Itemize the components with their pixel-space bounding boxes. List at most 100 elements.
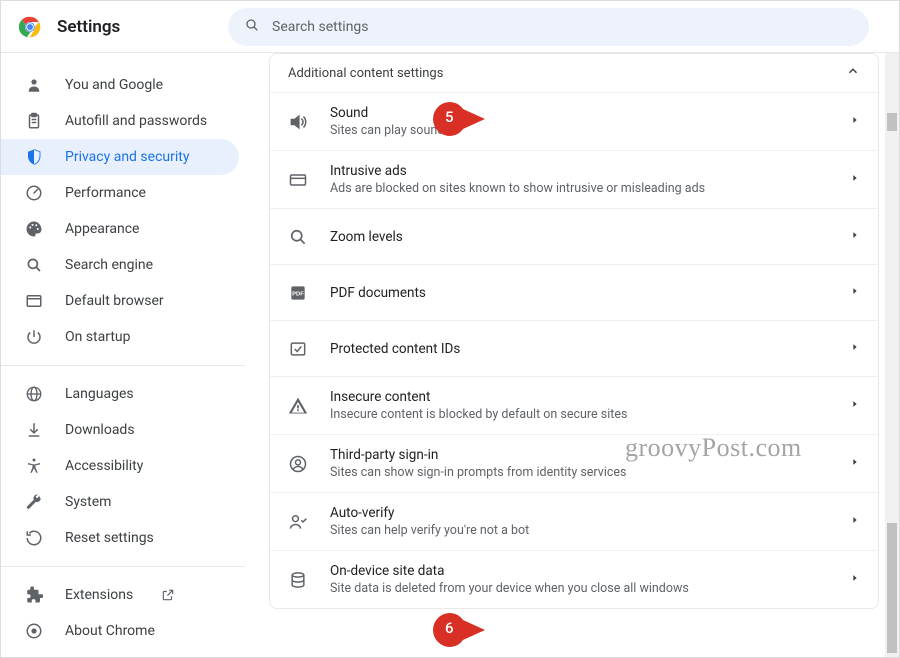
sidebar-item-label: About Chrome	[65, 623, 155, 639]
sidebar-item-label: Search engine	[65, 257, 153, 273]
search-icon	[244, 17, 260, 37]
sidebar-item-languages[interactable]: Languages	[1, 376, 239, 412]
row-text: Protected content IDs	[330, 341, 828, 357]
sidebar-item-extensions[interactable]: Extensions	[1, 577, 239, 613]
settings-row-third-party-sign-in[interactable]: Third-party sign-inSites can show sign-i…	[270, 434, 878, 492]
ads-icon	[288, 170, 308, 190]
identity-icon	[288, 454, 308, 474]
row-title: On-device site data	[330, 563, 828, 579]
sidebar: You and Google Autofill and passwords Priv…	[1, 53, 245, 657]
search-icon	[25, 256, 43, 274]
extension-icon	[25, 586, 43, 604]
header-bar: Settings Search settings	[1, 1, 899, 53]
sidebar-item-default-browser[interactable]: Default browser	[1, 283, 239, 319]
chevron-right-icon	[850, 341, 860, 356]
sidebar-item-reset-settings[interactable]: Reset settings	[1, 520, 239, 556]
chevron-right-icon	[850, 456, 860, 471]
row-text: Zoom levels	[330, 229, 828, 245]
sidebar-item-label: You and Google	[65, 77, 163, 93]
settings-row-insecure-content[interactable]: Insecure content Insecure content is bloc…	[270, 376, 878, 434]
browser-icon	[25, 292, 43, 310]
wrench-icon	[25, 493, 43, 511]
sound-icon	[288, 112, 308, 132]
search-placeholder: Search settings	[272, 19, 369, 35]
card-header-title: Additional content settings	[288, 66, 443, 81]
settings-row-sound[interactable]: Sound Sites can play sound	[270, 92, 878, 150]
sidebar-item-label: Reset settings	[65, 530, 154, 546]
sidebar-item-about-chrome[interactable]: About Chrome	[1, 613, 239, 649]
divider	[1, 365, 245, 366]
sidebar-item-label: Appearance	[65, 221, 139, 237]
content-panel: Additional content settings Sound Sites c…	[245, 53, 899, 657]
row-text: Auto-verifySites can help verify you're …	[330, 505, 828, 538]
palette-icon	[25, 220, 43, 238]
row-text: Intrusive adsAds are blocked on sites kn…	[330, 163, 828, 196]
settings-row-protected-content-ids[interactable]: Protected content IDs	[270, 320, 878, 376]
warning-icon	[288, 396, 308, 416]
chevron-right-icon	[850, 514, 860, 529]
chevron-right-icon	[850, 172, 860, 187]
sidebar-item-privacy-and-security[interactable]: Privacy and security	[1, 139, 239, 175]
scrollbar-thumb[interactable]	[887, 523, 897, 653]
accessibility-icon	[25, 457, 43, 475]
row-title: Zoom levels	[330, 229, 828, 245]
row-subtitle: Insecure content is blocked by default o…	[330, 407, 828, 422]
shield-icon	[25, 148, 43, 166]
clipboard-icon	[25, 112, 43, 130]
search-input[interactable]: Search settings	[228, 8, 869, 46]
download-icon	[25, 421, 43, 439]
row-title: PDF documents	[330, 285, 828, 301]
protected-icon	[288, 339, 308, 359]
external-link-icon	[161, 588, 175, 602]
svg-text:PDF: PDF	[292, 291, 304, 297]
card-header-toggle[interactable]: Additional content settings	[270, 54, 878, 92]
settings-row-on-device-site-data[interactable]: On-device site data Site data is deleted …	[270, 550, 878, 608]
zoom-icon	[288, 227, 308, 247]
sidebar-item-downloads[interactable]: Downloads	[1, 412, 239, 448]
additional-content-settings-card: Additional content settings Sound Sites c…	[269, 53, 879, 609]
storage-icon	[288, 570, 308, 590]
settings-row-pdf-documents[interactable]: PDF PDF documents	[270, 264, 878, 320]
scrollbar-thumb-small[interactable]	[887, 113, 897, 131]
scrollbar-track[interactable]	[885, 53, 899, 657]
row-title: Sound	[330, 105, 828, 121]
sidebar-item-label: Privacy and security	[65, 149, 189, 165]
chevron-right-icon	[850, 114, 860, 129]
sidebar-item-label: Default browser	[65, 293, 164, 309]
sidebar-item-label: Autofill and passwords	[65, 113, 207, 129]
row-title: Third-party sign-in	[330, 447, 828, 463]
autoverify-icon	[288, 512, 308, 532]
sidebar-item-system[interactable]: System	[1, 484, 239, 520]
settings-row-auto-verify[interactable]: Auto-verifySites can help verify you're …	[270, 492, 878, 550]
chevron-right-icon	[850, 229, 860, 244]
chrome-logo-icon	[19, 16, 41, 38]
sidebar-item-on-startup[interactable]: On startup	[1, 319, 239, 355]
sidebar-item-label: Languages	[65, 386, 134, 402]
row-title: Protected content IDs	[330, 341, 828, 357]
restore-icon	[25, 529, 43, 547]
power-icon	[25, 328, 43, 346]
sidebar-item-accessibility[interactable]: Accessibility	[1, 448, 239, 484]
sidebar-item-label: System	[65, 494, 111, 510]
sidebar-item-appearance[interactable]: Appearance	[1, 211, 239, 247]
sidebar-item-label: Extensions	[65, 587, 133, 603]
settings-row-zoom-levels[interactable]: Zoom levels	[270, 208, 878, 264]
row-title: Intrusive ads	[330, 163, 828, 179]
row-title: Insecure content	[330, 389, 828, 405]
chevron-right-icon	[850, 398, 860, 413]
settings-row-intrusive-ads[interactable]: Intrusive adsAds are blocked on sites kn…	[270, 150, 878, 208]
person-icon	[25, 76, 43, 94]
row-text: Third-party sign-inSites can show sign-i…	[330, 447, 828, 480]
sidebar-item-autofill-and-passwords[interactable]: Autofill and passwords	[1, 103, 239, 139]
sidebar-item-you-and-google[interactable]: You and Google	[1, 67, 239, 103]
sidebar-item-performance[interactable]: Performance	[1, 175, 239, 211]
row-title: Auto-verify	[330, 505, 828, 521]
pdf-icon: PDF	[288, 283, 308, 303]
sidebar-item-label: Performance	[65, 185, 146, 201]
chevron-up-icon	[846, 64, 860, 82]
gauge-icon	[25, 184, 43, 202]
row-subtitle: Site data is deleted from your device wh…	[330, 581, 828, 596]
chevron-right-icon	[850, 572, 860, 587]
sidebar-item-search-engine[interactable]: Search engine	[1, 247, 239, 283]
row-subtitle: Sites can play sound	[330, 123, 828, 138]
